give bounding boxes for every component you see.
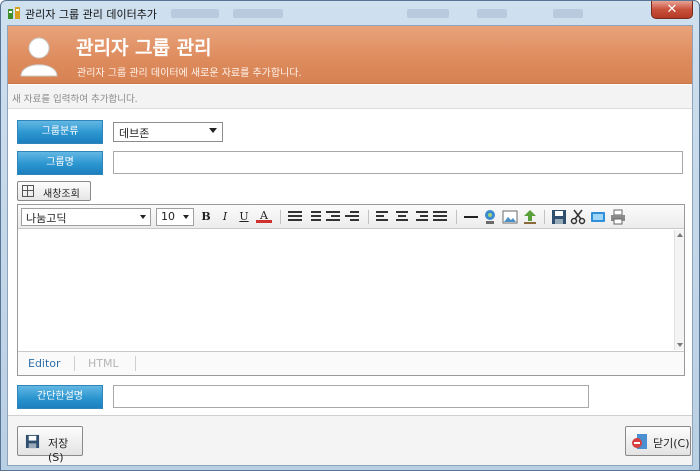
- chevron-down-icon: [209, 128, 217, 133]
- underline-button[interactable]: U: [236, 209, 252, 225]
- link-icon[interactable]: [482, 209, 498, 225]
- font-family-value: 나눔고딕: [26, 212, 67, 225]
- rich-text-editor: 나눔고딕 10 B I U A Editor HTML: [17, 204, 685, 376]
- app-icon: [8, 7, 20, 19]
- tab-html[interactable]: HTML: [88, 357, 119, 370]
- outdent-icon[interactable]: [326, 209, 340, 223]
- italic-button[interactable]: I: [217, 209, 233, 225]
- font-size-value: 10: [161, 210, 175, 223]
- scissors-icon[interactable]: [570, 209, 586, 225]
- window-title: 관리자 그룹 관리 데이터추가: [25, 8, 157, 21]
- editor-mode-tabs: Editor HTML: [18, 351, 684, 375]
- category-select-value: 데브존: [119, 127, 150, 140]
- toolbar-divider: [368, 210, 369, 224]
- window-close-button[interactable]: ✕: [651, 1, 693, 19]
- toolbar-divider: [544, 210, 545, 224]
- category-select[interactable]: 데브존: [113, 122, 223, 142]
- unordered-list-icon[interactable]: [307, 209, 321, 223]
- align-justify-icon[interactable]: [433, 209, 447, 223]
- description-label: 간단한설명: [17, 385, 103, 409]
- category-label: 그룹분류: [17, 120, 103, 144]
- editor-toolbar: 나눔고딕 10 B I U A: [18, 205, 684, 229]
- toolbar-divider: [456, 210, 457, 224]
- save-button-label: 저장(S): [48, 437, 69, 464]
- indent-icon[interactable]: [345, 209, 359, 223]
- tab-divider: [74, 356, 75, 371]
- horizontal-rule-icon[interactable]: [463, 209, 479, 225]
- editor-content-area[interactable]: [18, 230, 674, 350]
- dialog-client: 관리자 그룹 관리 관리자 그룹 관리 데이터에 새로운 자료를 추가합니다. …: [7, 25, 693, 466]
- background-taskbar-ghost: [171, 7, 601, 21]
- font-family-select[interactable]: 나눔고딕: [21, 208, 151, 226]
- close-button[interactable]: 닫기(C): [625, 426, 691, 456]
- new-window-lookup-label: 새창조회: [43, 189, 80, 200]
- action-bar: 저장(S) 닫기(C): [8, 415, 692, 465]
- instruction-text: 새 자료를 입력하여 추가합니다.: [8, 85, 692, 109]
- floppy-disk-icon: [25, 434, 40, 449]
- flash-media-icon[interactable]: [590, 209, 606, 225]
- page-title: 관리자 그룹 관리: [76, 37, 212, 59]
- title-bar[interactable]: 관리자 그룹 관리 데이터추가 ✕: [1, 1, 699, 25]
- dialog-window: 관리자 그룹 관리 데이터추가 ✕ 관리자 그룹 관리 관리자 그룹 관리 데이…: [0, 0, 700, 471]
- align-center-icon[interactable]: [395, 209, 409, 223]
- group-name-label: 그룹명: [17, 151, 103, 175]
- user-avatar-icon: [20, 37, 58, 77]
- chevron-down-icon: [140, 215, 146, 219]
- tab-editor[interactable]: Editor: [28, 357, 61, 370]
- group-name-input[interactable]: [113, 151, 683, 174]
- save-icon[interactable]: [551, 209, 567, 225]
- align-left-icon[interactable]: [376, 209, 390, 223]
- new-window-lookup-button[interactable]: 새창조회: [17, 181, 91, 201]
- save-button[interactable]: 저장(S): [17, 426, 83, 464]
- scroll-down-icon[interactable]: [677, 343, 683, 347]
- editor-scrollbar[interactable]: [674, 230, 684, 350]
- exit-door-icon: [632, 434, 647, 449]
- tab-divider: [135, 356, 136, 371]
- toolbar-divider: [280, 210, 281, 224]
- scroll-up-icon[interactable]: [677, 233, 683, 237]
- table-grid-icon: [22, 185, 34, 197]
- description-input[interactable]: [113, 385, 589, 408]
- font-color-button[interactable]: A: [256, 209, 272, 223]
- chevron-down-icon: [183, 215, 189, 219]
- print-icon[interactable]: [610, 209, 626, 225]
- upload-icon[interactable]: [522, 209, 538, 225]
- header-banner: 관리자 그룹 관리 관리자 그룹 관리 데이터에 새로운 자료를 추가합니다.: [8, 26, 692, 84]
- font-size-select[interactable]: 10: [156, 208, 194, 226]
- close-button-label: 닫기(C): [653, 437, 690, 450]
- bold-button[interactable]: B: [198, 209, 214, 225]
- page-subtitle: 관리자 그룹 관리 데이터에 새로운 자료를 추가합니다.: [77, 68, 302, 79]
- align-right-icon[interactable]: [414, 209, 428, 223]
- ordered-list-icon[interactable]: [288, 209, 302, 223]
- image-icon[interactable]: [502, 209, 518, 225]
